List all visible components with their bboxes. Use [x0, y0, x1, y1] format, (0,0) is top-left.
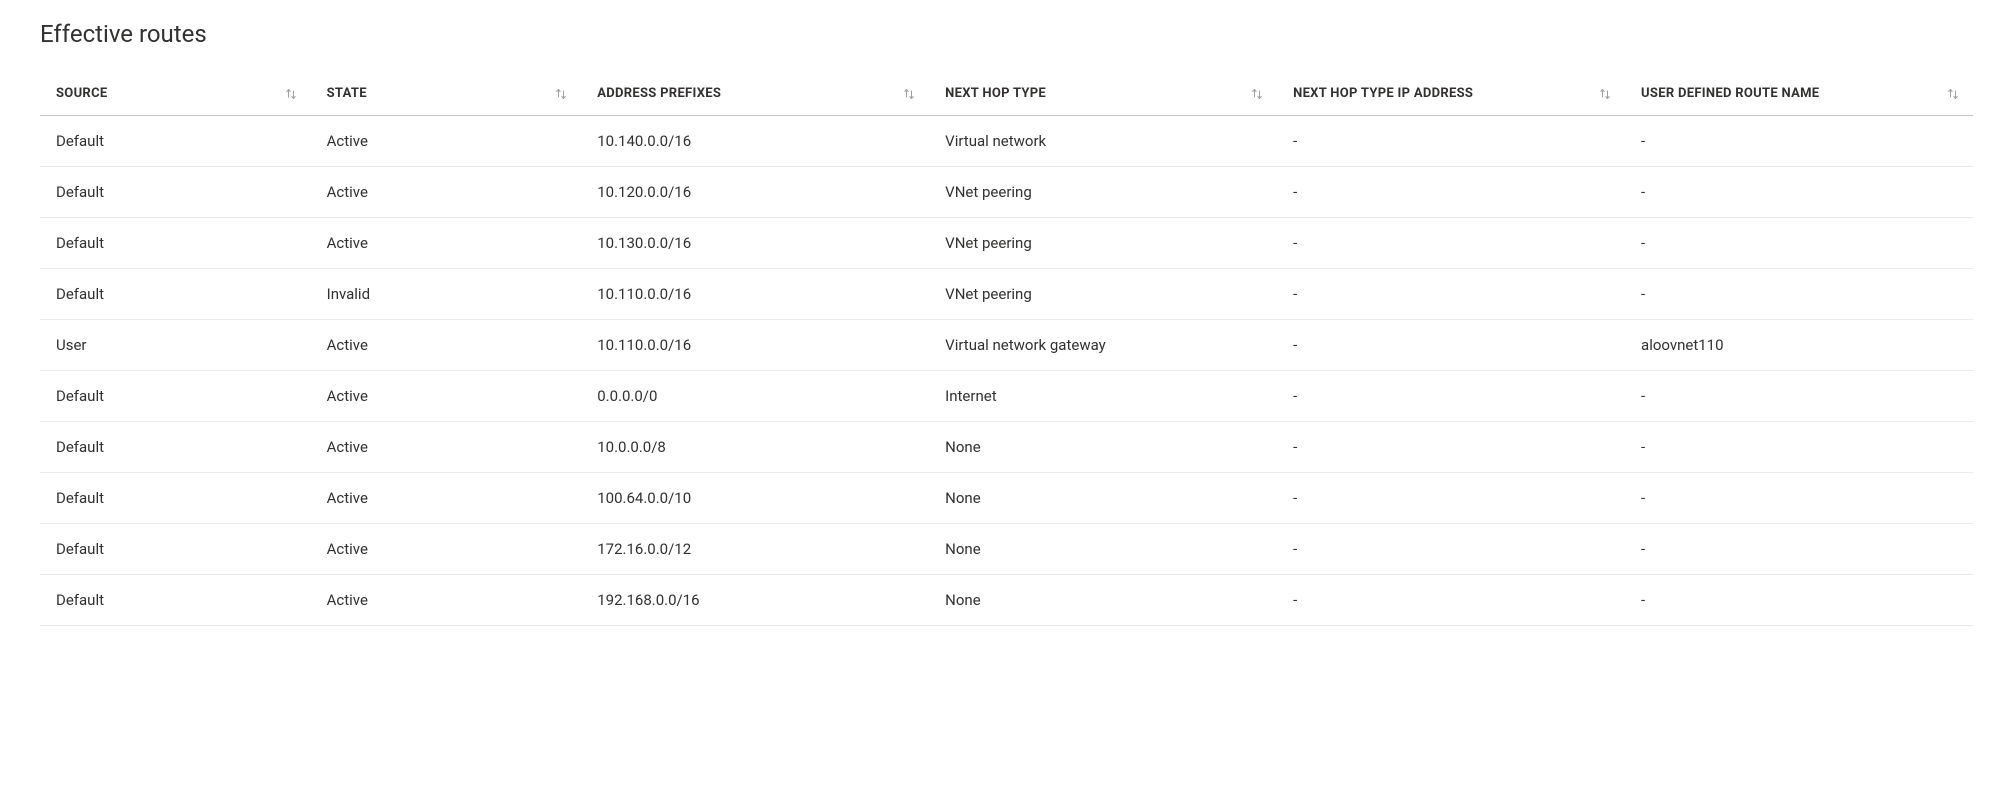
cell-udr-name: - [1625, 269, 1973, 320]
column-header-label: Address Prefixes [597, 86, 721, 101]
sort-icon [1599, 88, 1611, 100]
cell-state: Active [311, 524, 582, 575]
table-row[interactable]: DefaultActive10.140.0.0/16Virtual networ… [40, 116, 1973, 167]
cell-state: Active [311, 218, 582, 269]
cell-udr-name: - [1625, 524, 1973, 575]
cell-address-prefixes: 10.110.0.0/16 [581, 320, 929, 371]
cell-next-hop-ip: - [1277, 473, 1625, 524]
cell-address-prefixes: 100.64.0.0/10 [581, 473, 929, 524]
cell-udr-name: - [1625, 116, 1973, 167]
cell-address-prefixes: 10.130.0.0/16 [581, 218, 929, 269]
cell-source: Default [40, 218, 311, 269]
cell-next-hop-type: None [929, 473, 1277, 524]
sort-icon [1947, 88, 1959, 100]
cell-source: Default [40, 269, 311, 320]
sort-icon [1251, 88, 1263, 100]
cell-address-prefixes: 192.168.0.0/16 [581, 575, 929, 626]
cell-next-hop-ip: - [1277, 524, 1625, 575]
cell-udr-name: - [1625, 422, 1973, 473]
column-header-label: Next Hop Type IP Address [1293, 86, 1473, 101]
column-header-udr-name[interactable]: User Defined Route Name [1625, 72, 1973, 116]
sort-icon [903, 88, 915, 100]
column-header-label: State [327, 86, 367, 101]
table-row[interactable]: DefaultActive192.168.0.0/16None-- [40, 575, 1973, 626]
cell-next-hop-type: Virtual network gateway [929, 320, 1277, 371]
table-row[interactable]: DefaultActive0.0.0.0/0Internet-- [40, 371, 1973, 422]
column-header-next-hop-ip[interactable]: Next Hop Type IP Address [1277, 72, 1625, 116]
cell-udr-name: - [1625, 575, 1973, 626]
cell-source: Default [40, 524, 311, 575]
sort-icon [555, 88, 567, 100]
cell-source: Default [40, 371, 311, 422]
cell-source: Default [40, 116, 311, 167]
table-row[interactable]: DefaultActive100.64.0.0/10None-- [40, 473, 1973, 524]
cell-next-hop-ip: - [1277, 269, 1625, 320]
cell-next-hop-ip: - [1277, 371, 1625, 422]
column-header-state[interactable]: State [311, 72, 582, 116]
cell-next-hop-ip: - [1277, 218, 1625, 269]
cell-state: Active [311, 422, 582, 473]
effective-routes-table: Source State Address Pre [40, 72, 1973, 626]
cell-next-hop-type: Virtual network [929, 116, 1277, 167]
column-header-label: User Defined Route Name [1641, 86, 1819, 101]
cell-address-prefixes: 10.110.0.0/16 [581, 269, 929, 320]
column-header-address-prefixes[interactable]: Address Prefixes [581, 72, 929, 116]
cell-next-hop-type: VNet peering [929, 269, 1277, 320]
table-row[interactable]: UserActive10.110.0.0/16Virtual network g… [40, 320, 1973, 371]
cell-next-hop-type: VNet peering [929, 167, 1277, 218]
table-row[interactable]: DefaultInvalid10.110.0.0/16VNet peering-… [40, 269, 1973, 320]
cell-state: Active [311, 473, 582, 524]
cell-next-hop-ip: - [1277, 422, 1625, 473]
cell-state: Active [311, 167, 582, 218]
cell-next-hop-type: None [929, 524, 1277, 575]
cell-state: Active [311, 320, 582, 371]
cell-udr-name: aloovnet110 [1625, 320, 1973, 371]
page-title: Effective routes [40, 20, 1973, 48]
cell-address-prefixes: 10.140.0.0/16 [581, 116, 929, 167]
column-header-next-hop-type[interactable]: Next Hop Type [929, 72, 1277, 116]
table-header-row: Source State Address Pre [40, 72, 1973, 116]
cell-udr-name: - [1625, 218, 1973, 269]
column-header-label: Next Hop Type [945, 86, 1046, 101]
cell-udr-name: - [1625, 371, 1973, 422]
cell-next-hop-ip: - [1277, 167, 1625, 218]
cell-address-prefixes: 172.16.0.0/12 [581, 524, 929, 575]
cell-address-prefixes: 0.0.0.0/0 [581, 371, 929, 422]
cell-next-hop-ip: - [1277, 320, 1625, 371]
table-row[interactable]: DefaultActive10.120.0.0/16VNet peering-- [40, 167, 1973, 218]
cell-next-hop-type: Internet [929, 371, 1277, 422]
column-header-source[interactable]: Source [40, 72, 311, 116]
table-row[interactable]: DefaultActive10.130.0.0/16VNet peering-- [40, 218, 1973, 269]
cell-address-prefixes: 10.120.0.0/16 [581, 167, 929, 218]
cell-state: Active [311, 575, 582, 626]
cell-next-hop-type: None [929, 575, 1277, 626]
cell-next-hop-type: VNet peering [929, 218, 1277, 269]
table-row[interactable]: DefaultActive10.0.0.0/8None-- [40, 422, 1973, 473]
cell-address-prefixes: 10.0.0.0/8 [581, 422, 929, 473]
cell-state: Invalid [311, 269, 582, 320]
cell-source: Default [40, 167, 311, 218]
cell-next-hop-ip: - [1277, 116, 1625, 167]
cell-udr-name: - [1625, 473, 1973, 524]
cell-next-hop-ip: - [1277, 575, 1625, 626]
column-header-label: Source [56, 86, 107, 101]
cell-source: Default [40, 575, 311, 626]
cell-state: Active [311, 371, 582, 422]
cell-state: Active [311, 116, 582, 167]
table-row[interactable]: DefaultActive172.16.0.0/12None-- [40, 524, 1973, 575]
cell-udr-name: - [1625, 167, 1973, 218]
cell-source: Default [40, 473, 311, 524]
cell-source: Default [40, 422, 311, 473]
cell-source: User [40, 320, 311, 371]
cell-next-hop-type: None [929, 422, 1277, 473]
sort-icon [285, 88, 297, 100]
